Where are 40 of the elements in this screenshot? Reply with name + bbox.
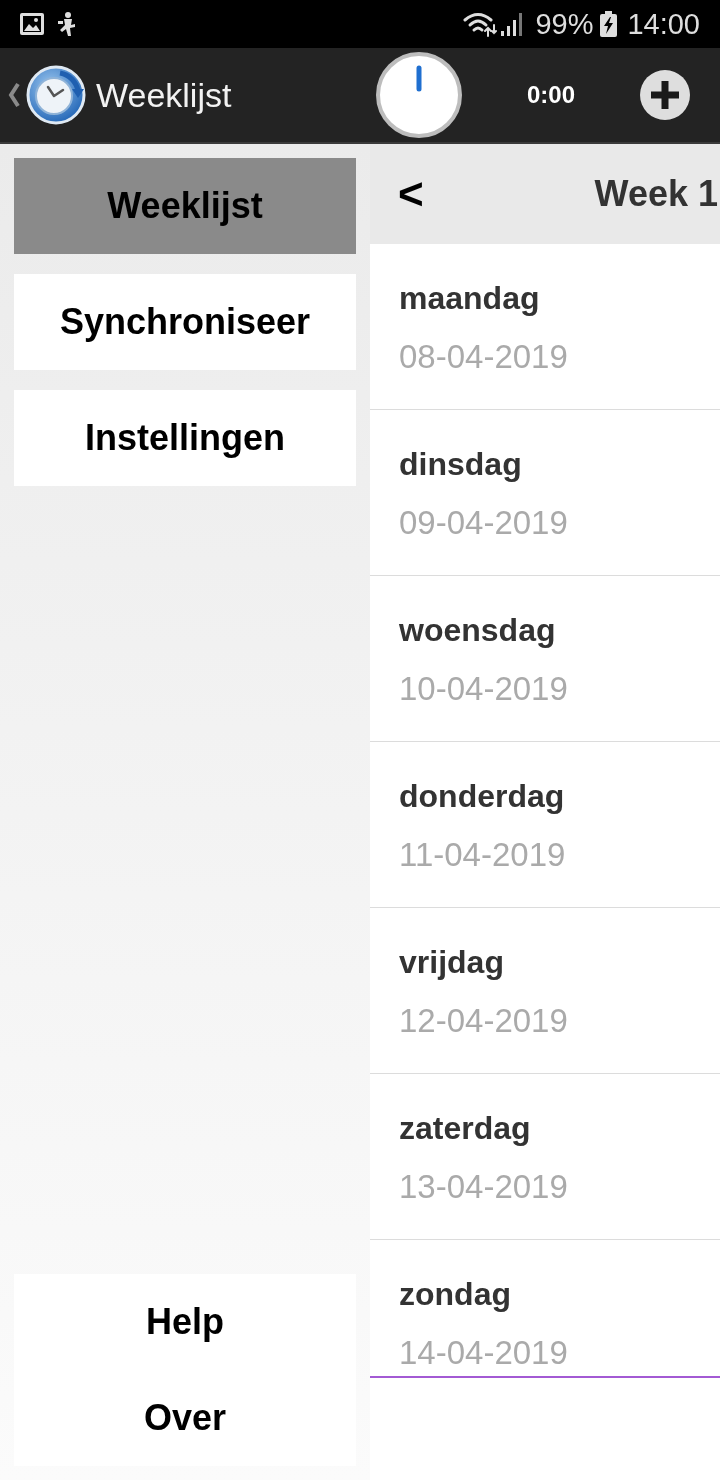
day-list-row[interactable]: donderdag 11-04-2019 bbox=[370, 741, 720, 907]
day-date: 13-04-2019 bbox=[399, 1167, 569, 1207]
wifi-icon bbox=[463, 11, 498, 37]
day-name: dinsdag bbox=[399, 445, 523, 484]
day-name: woensdag bbox=[399, 611, 557, 650]
week-title: Week 1 bbox=[594, 172, 718, 216]
battery-icon bbox=[600, 11, 618, 37]
gallery-icon bbox=[20, 13, 44, 35]
day-list-row[interactable]: maandag 08-04-2019 bbox=[370, 244, 720, 409]
elapsed-time: 0:00 bbox=[526, 81, 575, 108]
day-list-row[interactable]: zondag 14-04-2019 bbox=[370, 1239, 720, 1376]
previous-week-button[interactable]: < bbox=[398, 170, 424, 218]
day-name: zaterdag bbox=[399, 1109, 532, 1148]
clock-icon bbox=[26, 65, 86, 125]
day-date: 12-04-2019 bbox=[399, 1001, 569, 1041]
day-list-row[interactable]: dinsdag 09-04-2019 bbox=[370, 409, 720, 575]
day-name: vrijdag bbox=[399, 943, 505, 982]
drawer-menu-item[interactable]: Help bbox=[14, 1274, 356, 1370]
figure-icon bbox=[58, 12, 76, 36]
drawer-menu-item[interactable]: Instellingen bbox=[14, 390, 356, 486]
day-list-row[interactable]: zaterdag 13-04-2019 bbox=[370, 1073, 720, 1239]
day-date: 09-04-2019 bbox=[399, 503, 569, 543]
back-icon[interactable] bbox=[8, 82, 20, 108]
day-list-row[interactable]: vrijdag 12-04-2019 bbox=[370, 907, 720, 1073]
battery-percentage: 99% bbox=[535, 7, 594, 41]
day-name: zondag bbox=[399, 1275, 512, 1314]
day-name: maandag bbox=[399, 279, 541, 318]
day-date: 11-04-2019 bbox=[399, 835, 567, 875]
clock-time: 14:00 bbox=[627, 7, 700, 41]
timer-icon[interactable] bbox=[376, 52, 462, 138]
add-icon[interactable] bbox=[640, 70, 690, 120]
day-date: 10-04-2019 bbox=[399, 669, 569, 709]
day-date: 08-04-2019 bbox=[399, 337, 569, 377]
day-name: donderdag bbox=[399, 777, 566, 816]
day-list-row[interactable]: woensdag 10-04-2019 bbox=[370, 575, 720, 741]
app-title: Weeklijst bbox=[96, 75, 232, 115]
drawer-menu-item[interactable]: Weeklijst bbox=[14, 158, 356, 254]
drawer-menu-item[interactable]: Over bbox=[14, 1370, 356, 1466]
drawer-menu-item[interactable]: Synchroniseer bbox=[14, 274, 356, 370]
day-date: 14-04-2019 bbox=[399, 1333, 569, 1373]
